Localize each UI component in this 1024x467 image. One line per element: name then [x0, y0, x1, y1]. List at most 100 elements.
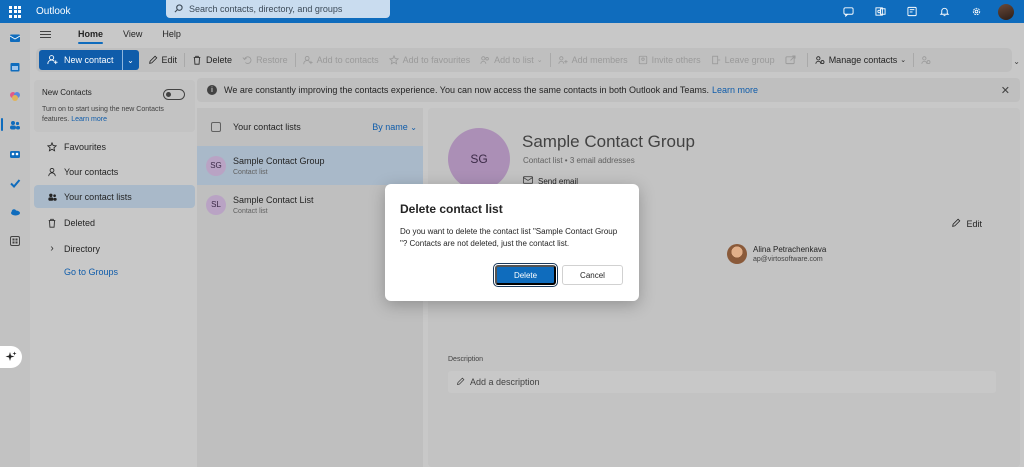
- info-banner: i We are constantly improving the contac…: [197, 78, 1020, 102]
- chat-icon[interactable]: [832, 0, 864, 23]
- banner-learn-more-link[interactable]: Learn more: [712, 85, 758, 95]
- edit-button[interactable]: Edit: [143, 50, 183, 70]
- leave-group-button[interactable]: Leave group: [706, 50, 780, 70]
- ribbon-collapse-icon[interactable]: ⌄: [1013, 57, 1020, 66]
- search-placeholder: Search contacts, directory, and groups: [189, 4, 343, 14]
- folder-label: Deleted: [64, 217, 96, 228]
- manage-contacts-label: Manage contacts: [828, 55, 898, 65]
- separator: [184, 53, 186, 67]
- go-to-groups-link[interactable]: Go to Groups: [64, 267, 118, 277]
- groups-icon[interactable]: [0, 139, 30, 168]
- member-name: Alina Petrachenkava: [753, 245, 827, 254]
- folder-label: Directory: [64, 243, 101, 254]
- calendar-icon[interactable]: [0, 52, 30, 81]
- folder-label: Your contacts: [64, 166, 119, 177]
- delete-button[interactable]: Delete: [187, 50, 237, 70]
- tab-view[interactable]: View: [113, 23, 152, 45]
- people-add-icon: [557, 55, 568, 65]
- add-to-favourites-label: Add to favourites: [402, 55, 471, 65]
- list-item[interactable]: SG Sample Contact Group Contact list: [197, 146, 423, 185]
- chevron-down-icon: ⌄: [410, 123, 417, 132]
- chevron-right-icon[interactable]: ›: [46, 243, 58, 254]
- group-subtitle: Contact list • 3 email addresses: [523, 156, 635, 165]
- new-contact-button[interactable]: New contact: [39, 50, 122, 70]
- folder-directory[interactable]: › Directory: [34, 237, 195, 260]
- ribbon: Home View Help New contact ⌄ Edit Delete…: [30, 23, 1024, 74]
- invite-others-button[interactable]: Invite others: [633, 50, 706, 70]
- delete-label: Delete: [206, 55, 233, 65]
- manage-contacts-button[interactable]: Manage contacts ⌄: [810, 50, 911, 70]
- menu-icon[interactable]: [40, 27, 60, 41]
- tab-help[interactable]: Help: [152, 23, 191, 45]
- group-name: Sample Contact Group: [522, 132, 695, 151]
- copilot-sparkle-icon[interactable]: [0, 346, 22, 368]
- separator: [913, 53, 915, 67]
- user-avatar[interactable]: [998, 3, 1014, 20]
- new-contacts-toggle[interactable]: [163, 89, 185, 100]
- add-to-contacts-button[interactable]: Add to contacts: [298, 50, 384, 70]
- description-input[interactable]: Add a description: [448, 371, 996, 393]
- folder-deleted[interactable]: Deleted: [34, 211, 195, 234]
- select-all-checkbox[interactable]: [211, 122, 221, 132]
- search-box[interactable]: Search contacts, directory, and groups: [166, 0, 390, 18]
- list-item-subtitle: Contact list: [233, 207, 268, 215]
- add-person-icon: [302, 55, 313, 65]
- toolbar: New contact ⌄ Edit Delete Restore Add to…: [36, 48, 1012, 72]
- new-contact-dropdown[interactable]: ⌄: [121, 50, 139, 70]
- add-to-list-button[interactable]: Add to list ⌄: [475, 50, 547, 70]
- restore-button[interactable]: Restore: [237, 50, 293, 70]
- separator: [549, 53, 551, 67]
- new-contacts-description: Turn on to start using the new Contacts …: [42, 105, 182, 125]
- group-avatar: SG: [448, 128, 510, 190]
- todo-icon[interactable]: [0, 168, 30, 197]
- copilot-app-icon[interactable]: [0, 81, 30, 110]
- bell-icon[interactable]: [928, 0, 960, 23]
- folder-your-contacts[interactable]: Your contacts: [34, 160, 195, 183]
- member-item[interactable]: Alina Petrachenkava ap@virtosoftware.com: [727, 244, 826, 264]
- leave-group-label: Leave group: [724, 55, 775, 65]
- person-icon: [46, 167, 58, 177]
- folder-label: Favourites: [64, 141, 107, 152]
- dialog-title: Delete contact list: [400, 202, 503, 216]
- more-apps-icon[interactable]: [0, 226, 30, 255]
- description-label: Description: [448, 356, 484, 363]
- more-options-button[interactable]: [916, 50, 940, 70]
- onedrive-icon[interactable]: [0, 197, 30, 226]
- folder-your-contact-lists[interactable]: Your contact lists: [34, 185, 195, 208]
- mail-icon[interactable]: [0, 23, 30, 52]
- restore-label: Restore: [256, 55, 288, 65]
- close-icon[interactable]: ✕: [1001, 84, 1010, 97]
- folder-favourites[interactable]: Favourites: [34, 135, 195, 158]
- app-rail: [0, 23, 30, 467]
- star-icon: [46, 141, 58, 152]
- separator: [806, 53, 808, 67]
- add-members-label: Add members: [571, 55, 628, 65]
- confirm-delete-button[interactable]: Delete: [493, 263, 558, 287]
- share-button[interactable]: [780, 50, 805, 70]
- people-icon: [46, 192, 58, 202]
- detail-edit-label: Edit: [966, 219, 982, 229]
- folder-label: Your contact lists: [64, 191, 132, 202]
- app-name[interactable]: Outlook: [36, 6, 166, 17]
- sort-dropdown[interactable]: By name ⌄: [372, 122, 417, 132]
- learn-more-link[interactable]: Learn more: [71, 116, 107, 123]
- new-contact-label: New contact: [64, 55, 114, 65]
- outlook-icon[interactable]: [864, 0, 896, 23]
- add-to-favourites-button[interactable]: Add to favourites: [384, 50, 476, 70]
- star-icon: [388, 55, 399, 65]
- add-members-button[interactable]: Add members: [553, 50, 633, 70]
- notes-icon[interactable]: [896, 0, 928, 23]
- pencil-icon: [148, 55, 158, 65]
- pencil-icon: [951, 218, 961, 230]
- tab-home[interactable]: Home: [68, 23, 113, 45]
- edit-label: Edit: [161, 55, 178, 65]
- people-app-icon[interactable]: [0, 110, 30, 139]
- delete-dialog: Delete contact list Do you want to delet…: [385, 184, 639, 301]
- gear-icon[interactable]: [960, 0, 992, 23]
- app-launcher-icon[interactable]: [0, 0, 30, 23]
- cancel-button[interactable]: Cancel: [562, 265, 623, 285]
- list-title: Your contact lists: [233, 122, 301, 132]
- avatar: [727, 244, 747, 264]
- detail-edit-button[interactable]: Edit: [951, 218, 982, 230]
- folder-pane: New Contacts Turn on to start using the …: [30, 76, 197, 467]
